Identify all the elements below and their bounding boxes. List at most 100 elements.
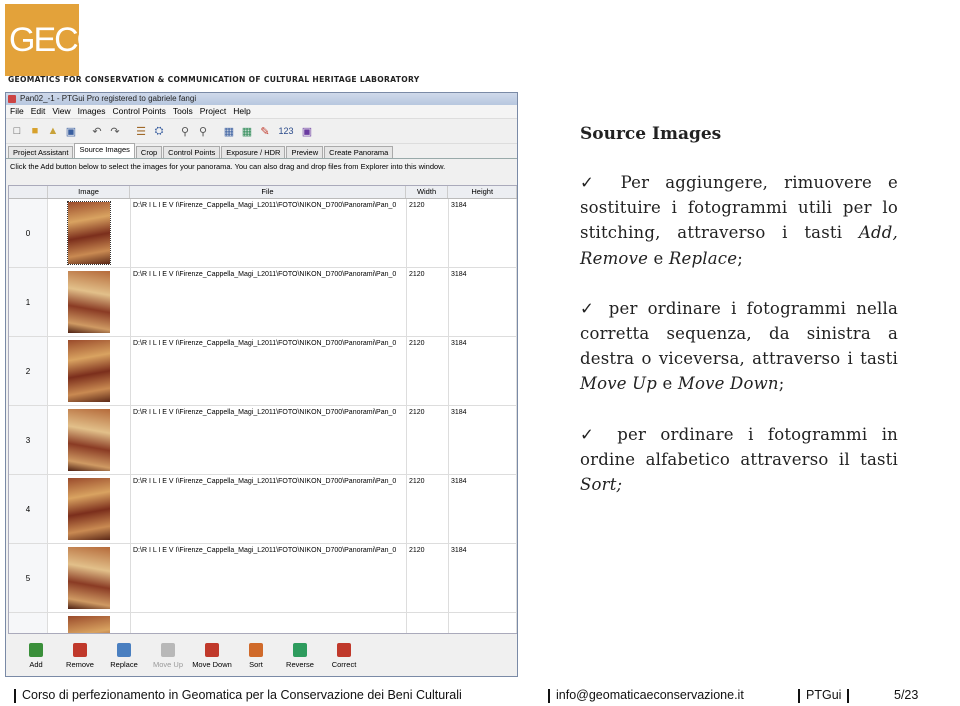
footer-course: Corso di perfezionamento in Geomatica pe… [14, 688, 462, 703]
table-row[interactable]: 4 D:\R I L I E V I\Firenze_Cappella_Magi… [9, 475, 517, 544]
move-down-button[interactable]: Move Down [190, 637, 234, 669]
move-up-button[interactable]: Move Up [146, 637, 190, 669]
image-actions-bar: Add Remove Replace Move Up Move Down Sor… [6, 637, 517, 676]
bullet-sort: ✓ per ordinare i fotogrammi in ordine al… [580, 424, 898, 495]
replace-button-label: Replace [110, 660, 138, 669]
window-titlebar: Pan02_-1 - PTGui Pro registered to gabri… [6, 93, 517, 105]
image-thumbnail[interactable] [68, 478, 110, 540]
row-file: D:\R I L I E V I\Firenze_Cappella_Magi_L… [131, 475, 407, 543]
save-icon[interactable]: ▣ [63, 123, 79, 139]
column-header-image[interactable]: Image [48, 186, 131, 198]
new-file-icon[interactable]: □ [9, 123, 25, 139]
row-width: 2120 [407, 544, 449, 612]
row-width: 2120 [407, 199, 449, 267]
add-button[interactable]: Add [14, 637, 58, 669]
table-row[interactable]: 1 D:\R I L I E V I\Firenze_Cappella_Magi… [9, 268, 517, 337]
image-thumbnail[interactable] [68, 271, 110, 333]
tab-create-panorama[interactable]: Create Panorama [324, 146, 394, 158]
sort-button[interactable]: Sort [234, 637, 278, 669]
image-thumbnail[interactable] [68, 616, 110, 633]
row-height [449, 613, 517, 633]
menu-edit[interactable]: Edit [31, 105, 46, 118]
column-header-height[interactable]: Height [448, 186, 517, 198]
tab-preview[interactable]: Preview [286, 146, 324, 158]
tab-source-images[interactable]: Source Images [74, 143, 135, 158]
check-icon: ✓ [580, 173, 621, 192]
table-row[interactable]: 0 D:\R I L I E V I\Firenze_Cappella_Magi… [9, 199, 517, 268]
reverse-icon [293, 643, 307, 657]
image-thumbnail[interactable] [68, 409, 110, 471]
row-index [9, 613, 48, 633]
row-file [131, 613, 407, 633]
row-file: D:\R I L I E V I\Firenze_Cappella_Magi_L… [131, 544, 407, 612]
menubar: File Edit View Images Control Points Too… [6, 105, 517, 119]
toolbar: □ ■ ▲ ▣ ↶ ↷ ☰ ⛭ ⚲ ⚲ ▦ ▦ ✎ 123 ▣ [6, 119, 517, 144]
menu-tools[interactable]: Tools [173, 105, 193, 118]
move-down-icon [205, 643, 219, 657]
correct-button[interactable]: Correct [322, 637, 366, 669]
move-up-icon [161, 643, 175, 657]
menu-project[interactable]: Project [200, 105, 226, 118]
correct-button-label: Correct [331, 660, 357, 669]
row-index: 3 [9, 406, 48, 474]
zoom-out-icon[interactable]: ⚲ [195, 123, 211, 139]
redo-icon[interactable]: ↷ [107, 123, 123, 139]
align-images-icon[interactable]: ☰ [133, 123, 149, 139]
column-header-width[interactable]: Width [406, 186, 449, 198]
ptgui-window: Pan02_-1 - PTGui Pro registered to gabri… [5, 92, 518, 677]
tab-crop[interactable]: Crop [135, 146, 163, 158]
menu-control-points[interactable]: Control Points [113, 105, 166, 118]
row-width: 2120 [407, 337, 449, 405]
table-header: Image File Width Height [9, 186, 517, 199]
help-book-icon[interactable]: ▣ [299, 123, 315, 139]
tab-bar: Project Assistant Source Images Crop Con… [6, 143, 517, 159]
table-row[interactable]: 2 D:\R I L I E V I\Firenze_Cappella_Magi… [9, 337, 517, 406]
bullet-move-up-down: ✓ per ordinare i fotogrammi nella corret… [580, 298, 898, 394]
footer-email: info@geomaticaeconservazione.it [548, 688, 744, 703]
tab-control-points[interactable]: Control Points [163, 146, 221, 158]
add-button-label: Add [29, 660, 43, 669]
correct-icon [337, 643, 351, 657]
table-row[interactable]: 5 D:\R I L I E V I\Firenze_Cappella_Magi… [9, 544, 517, 613]
menu-file[interactable]: File [10, 105, 24, 118]
lab-title: GEOMATICS FOR CONSERVATION & COMMUNICATI… [8, 75, 420, 84]
replace-button[interactable]: Replace [102, 637, 146, 669]
image-thumbnail[interactable] [68, 547, 110, 609]
numbering-label[interactable]: 123 [275, 123, 297, 139]
image-thumbnail[interactable] [68, 340, 110, 402]
row-height: 3184 [449, 268, 517, 336]
row-file: D:\R I L I E V I\Firenze_Cappella_Magi_L… [131, 199, 407, 267]
reverse-button-label: Reverse [286, 660, 314, 669]
slide-heading: Source Images [580, 124, 722, 144]
image-thumbnail[interactable] [67, 201, 111, 265]
column-header-file[interactable]: File [130, 186, 406, 198]
footer-page-number: 5/23 [894, 688, 919, 702]
zoom-in-icon[interactable]: ⚲ [177, 123, 193, 139]
row-height: 3184 [449, 406, 517, 474]
open-folder-icon[interactable]: ■ [27, 123, 43, 139]
sort-button-label: Sort [249, 660, 263, 669]
add-icon [29, 643, 43, 657]
open-recent-icon[interactable]: ▲ [45, 123, 61, 139]
menu-images[interactable]: Images [78, 105, 106, 118]
menu-view[interactable]: View [52, 105, 70, 118]
reverse-button[interactable]: Reverse [278, 637, 322, 669]
undo-icon[interactable]: ↶ [89, 123, 105, 139]
remove-button[interactable]: Remove [58, 637, 102, 669]
menu-help[interactable]: Help [233, 105, 250, 118]
table-icon[interactable]: ▦ [239, 123, 255, 139]
tab-project-assistant[interactable]: Project Assistant [8, 146, 74, 158]
row-file: D:\R I L I E V I\Firenze_Cappella_Magi_L… [131, 337, 407, 405]
row-index: 1 [9, 268, 48, 336]
check-icon: ✓ [580, 424, 618, 444]
tab-exposure-hdr[interactable]: Exposure / HDR [221, 146, 286, 158]
row-height: 3184 [449, 544, 517, 612]
source-images-table[interactable]: Image File Width Height 0 D:\R I L I E V… [8, 185, 517, 634]
table-row[interactable] [9, 613, 517, 633]
replace-icon [117, 643, 131, 657]
detail-viewer-icon[interactable]: ▦ [221, 123, 237, 139]
panorama-editor-icon[interactable]: ⛭ [151, 123, 167, 139]
table-row[interactable]: 3 D:\R I L I E V I\Firenze_Cappella_Magi… [9, 406, 517, 475]
edit-icon[interactable]: ✎ [257, 123, 273, 139]
row-height: 3184 [449, 337, 517, 405]
